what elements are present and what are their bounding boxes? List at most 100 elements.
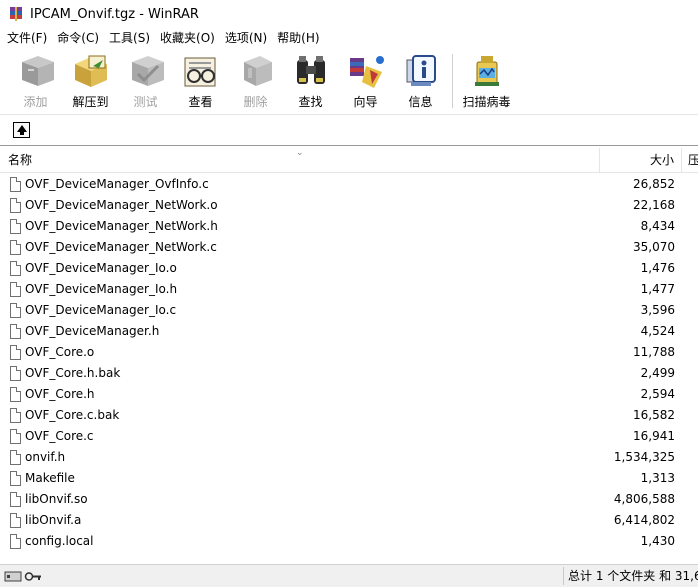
status-divider [563, 567, 564, 585]
file-size: 1,313 [640, 471, 675, 485]
toolbar: 添加 解压到 测试 查看 删除 查找 向导 信息 扫描病毒 [0, 48, 698, 114]
file-size: 3,596 [640, 303, 675, 317]
file-name: libOnvif.a [25, 513, 82, 527]
file-icon [10, 450, 21, 465]
file-icon [10, 534, 21, 549]
virus-scan-button[interactable]: 扫描病毒 [459, 52, 514, 112]
file-row[interactable]: Makefile 1,313 [0, 468, 698, 489]
sort-indicator-icon: ⌄ [296, 148, 304, 158]
status-bar: 总计 1 个文件夹 和 31,6 [0, 564, 698, 587]
file-name: OVF_DeviceManager_OvfInfo.c [25, 177, 209, 191]
extract-button[interactable]: 解压到 [63, 52, 118, 112]
file-name: OVF_DeviceManager_Io.o [25, 261, 177, 275]
file-list: OVF_DeviceManager_OvfInfo.c 26,852 OVF_Dev… [0, 174, 698, 560]
file-name: OVF_DeviceManager_NetWork.h [25, 219, 218, 233]
file-row[interactable]: OVF_Core.c 16,941 [0, 426, 698, 447]
file-name: OVF_DeviceManager_Io.h [25, 282, 178, 296]
file-size: 22,168 [633, 198, 675, 212]
menu-options[interactable]: 选项(N) [220, 28, 272, 48]
file-name: Makefile [25, 471, 75, 485]
virus-scan-icon [465, 52, 509, 90]
file-size: 35,070 [633, 240, 675, 254]
file-icon [10, 429, 21, 444]
status-drive-key-icon [4, 570, 42, 583]
delete-icon [234, 52, 278, 90]
info-button[interactable]: 信息 [393, 52, 448, 112]
file-row[interactable]: OVF_DeviceManager_Io.c 3,596 [0, 300, 698, 321]
file-row[interactable]: libOnvif.so 4,806,588 [0, 489, 698, 510]
file-row[interactable]: OVF_Core.c.bak 16,582 [0, 405, 698, 426]
file-name: onvif.h [25, 450, 66, 464]
view-button-label: 查看 [188, 95, 213, 109]
file-size: 4,524 [640, 324, 675, 338]
file-row[interactable]: config.local 1,430 [0, 531, 698, 552]
file-name: OVF_DeviceManager_Io.c [25, 303, 177, 317]
file-row[interactable]: OVF_Core.h.bak 2,499 [0, 363, 698, 384]
file-size: 2,499 [640, 366, 675, 380]
menu-favorites[interactable]: 收藏夹(O) [155, 28, 220, 48]
file-row[interactable]: OVF_Core.h 2,594 [0, 384, 698, 405]
up-folder-button[interactable] [13, 122, 30, 138]
file-size: 11,788 [633, 345, 675, 359]
file-icon [10, 303, 21, 318]
file-row[interactable]: OVF_DeviceManager.h 4,524 [0, 321, 698, 342]
menu-commands[interactable]: 命令(C) [52, 28, 104, 48]
file-row[interactable]: OVF_DeviceManager_Io.h 1,477 [0, 279, 698, 300]
menu-tools[interactable]: 工具(S) [104, 28, 155, 48]
address-bar [0, 114, 698, 146]
delete-button-label: 删除 [243, 95, 268, 109]
column-header-size[interactable]: 大小 [599, 148, 680, 173]
file-row[interactable]: OVF_DeviceManager_OvfInfo.c 26,852 [0, 174, 698, 195]
menu-bar: 文件(F) 命令(C) 工具(S) 收藏夹(O) 选项(N) 帮助(H) [0, 28, 698, 48]
file-icon [10, 240, 21, 255]
find-icon [289, 52, 333, 90]
view-icon [179, 52, 223, 90]
column-header-packed[interactable]: 压 [681, 148, 698, 173]
file-size: 8,434 [640, 219, 675, 233]
find-button[interactable]: 查找 [283, 52, 338, 112]
find-button-label: 查找 [298, 95, 323, 109]
wizard-button[interactable]: 向导 [338, 52, 393, 112]
virus-scan-button-label: 扫描病毒 [462, 95, 511, 109]
file-size: 26,852 [633, 177, 675, 191]
file-name: config.local [25, 534, 94, 548]
file-row[interactable]: libOnvif.a 6,414,802 [0, 510, 698, 531]
file-row[interactable]: OVF_Core.o 11,788 [0, 342, 698, 363]
file-icon [10, 492, 21, 507]
file-icon [10, 345, 21, 360]
file-row[interactable]: OVF_DeviceManager_NetWork.c 35,070 [0, 237, 698, 258]
info-button-label: 信息 [408, 95, 433, 109]
file-size: 4,806,588 [613, 492, 675, 506]
file-name: OVF_DeviceManager_NetWork.c [25, 240, 217, 254]
delete-button[interactable]: 删除 [228, 52, 283, 112]
test-button[interactable]: 测试 [118, 52, 173, 112]
file-row[interactable]: onvif.h 1,534,325 [0, 447, 698, 468]
extract-button-label: 解压到 [72, 95, 109, 109]
file-name: OVF_Core.h.bak [25, 366, 121, 380]
menu-help[interactable]: 帮助(H) [272, 28, 324, 48]
file-name: OVF_Core.h [25, 387, 95, 401]
file-icon [10, 261, 21, 276]
view-button[interactable]: 查看 [173, 52, 228, 112]
file-list-header: 名称 ⌄ 大小 压 [0, 148, 698, 173]
add-button[interactable]: 添加 [8, 52, 63, 112]
file-icon [10, 282, 21, 297]
file-name: OVF_DeviceManager.h [25, 324, 160, 338]
file-row[interactable]: OVF_DeviceManager_Io.o 1,476 [0, 258, 698, 279]
file-icon [10, 513, 21, 528]
file-icon [10, 177, 21, 192]
file-size: 16,941 [633, 429, 675, 443]
toolbar-separator [452, 54, 453, 108]
info-icon [399, 52, 443, 90]
file-name: OVF_Core.c.bak [25, 408, 120, 422]
menu-file[interactable]: 文件(F) [2, 28, 52, 48]
test-icon [124, 52, 168, 90]
file-size: 2,594 [640, 387, 675, 401]
file-row[interactable]: OVF_DeviceManager_NetWork.o 22,168 [0, 195, 698, 216]
file-row[interactable]: OVF_DeviceManager_NetWork.h 8,434 [0, 216, 698, 237]
window-title: IPCAM_Onvif.tgz - WinRAR [30, 6, 199, 22]
file-icon [10, 408, 21, 423]
file-icon [10, 387, 21, 402]
file-size: 6,414,802 [613, 513, 675, 527]
file-icon [10, 366, 21, 381]
